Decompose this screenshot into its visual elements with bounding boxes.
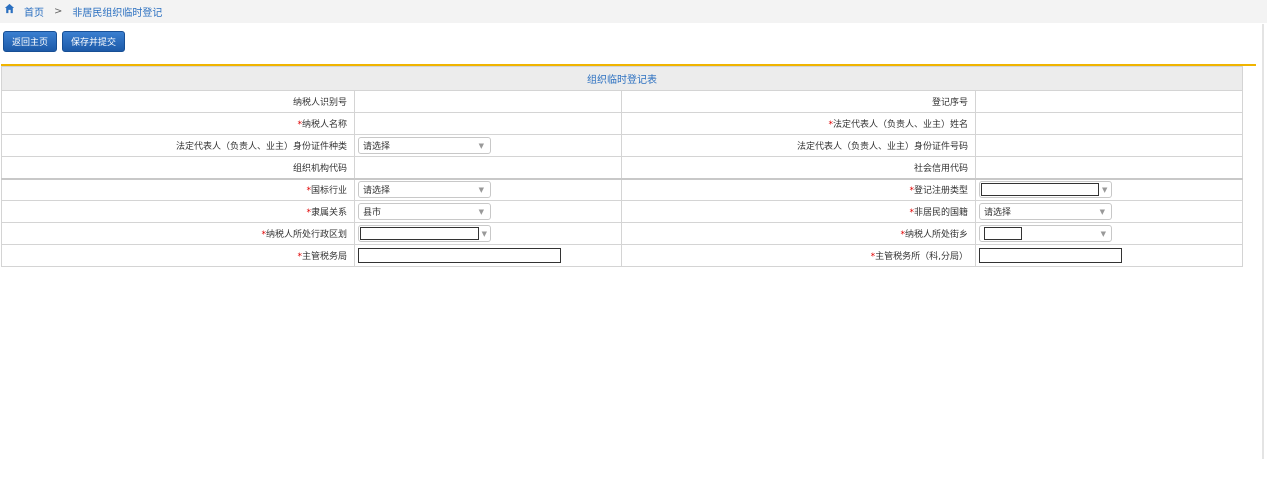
legal-rep-name-value: [975, 112, 1243, 135]
toolbar: 返回主页 保存并提交: [3, 31, 126, 52]
chevron-down-icon: ▼: [1102, 185, 1108, 194]
form-title-row: 组织临时登记表: [1, 66, 1243, 91]
legal-rep-id-type-label: 法定代表人（负责人、业主）身份证件种类: [1, 134, 355, 157]
chevron-down-icon: ▼: [478, 207, 484, 216]
chevron-down-icon: ▼: [478, 141, 484, 150]
taxpayer-id-label: 纳税人识别号: [1, 90, 355, 113]
legal-rep-id-number-label: 法定代表人（负责人、业主）身份证件号码: [621, 134, 976, 157]
chevron-down-icon: ▼: [1099, 207, 1105, 216]
affiliation-select[interactable]: 县市 ▼: [358, 203, 491, 220]
page: 首页 > 非居民组织临时登记 返回主页 保存并提交 组织临时登记表 纳税人识别号…: [0, 0, 1267, 502]
registration-form: 组织临时登记表 纳税人识别号 登记序号 *纳税人名称 *法定代表人（负责人、业主…: [1, 64, 1256, 267]
legal-rep-name-label: 法定代表人（负责人、业主）姓名: [832, 120, 968, 130]
save-submit-button[interactable]: 保存并提交: [62, 31, 126, 52]
registration-type-combo[interactable]: ▼: [979, 181, 1112, 199]
back-home-button[interactable]: 返回主页: [3, 31, 58, 52]
breadcrumb-separator: >: [54, 6, 63, 17]
org-code-value: [354, 156, 622, 179]
form-row: *纳税人所处行政区划 ▼ *纳税人所处街乡 ▼: [1, 222, 1243, 245]
breadcrumb-home-link[interactable]: 首页: [24, 4, 44, 19]
chevron-down-icon: ▼: [481, 229, 487, 238]
form-table: 组织临时登记表 纳税人识别号 登记序号 *纳税人名称 *法定代表人（负责人、业主…: [1, 66, 1243, 267]
credit-code-label: 社会信用代码: [621, 156, 976, 179]
credit-code-value: [975, 156, 1243, 179]
form-row: *国标行业 请选择 ▼ *登记注册类型 ▼: [1, 177, 1243, 201]
form-row: *纳税人名称 *法定代表人（负责人、业主）姓名: [1, 112, 1243, 135]
page-divider: [1262, 24, 1264, 459]
subdistrict-combo[interactable]: ▼: [979, 225, 1112, 242]
home-icon[interactable]: [4, 3, 15, 14]
breadcrumb: 首页 > 非居民组织临时登记: [0, 0, 1267, 23]
registration-seq-label: 登记序号: [621, 90, 976, 113]
registration-seq-value: [975, 90, 1243, 113]
form-row: 组织机构代码 社会信用代码: [1, 156, 1243, 179]
tax-office-input[interactable]: [979, 248, 1122, 263]
form-row: 纳税人识别号 登记序号: [1, 90, 1243, 113]
nationality-label: 非居民的国籍: [913, 208, 968, 218]
tax-office-label: 主管税务所（科,分局）: [875, 252, 968, 262]
breadcrumb-current: 非居民组织临时登记: [72, 8, 163, 19]
chevron-down-icon: ▼: [1100, 229, 1106, 238]
org-code-label: 组织机构代码: [1, 156, 355, 179]
subdistrict-label: 纳税人所处街乡: [904, 230, 968, 240]
taxpayer-name-value: [354, 112, 622, 135]
form-row: *隶属关系 县市 ▼ *非居民的国籍 请选择 ▼: [1, 200, 1243, 223]
taxpayer-id-value: [354, 90, 622, 113]
form-row: *主管税务局 *主管税务所（科,分局）: [1, 244, 1243, 267]
industry-select[interactable]: 请选择 ▼: [358, 181, 491, 199]
industry-label: 国标行业: [310, 186, 347, 197]
tax-bureau-label: 主管税务局: [301, 252, 347, 262]
form-title: 组织临时登记表: [1, 66, 1243, 91]
chevron-down-icon: ▼: [478, 185, 484, 194]
registration-type-label: 登记注册类型: [913, 186, 968, 197]
nationality-select[interactable]: 请选择 ▼: [979, 203, 1112, 220]
affiliation-label: 隶属关系: [310, 208, 347, 218]
legal-rep-id-number-value: [975, 134, 1243, 157]
admin-region-combo[interactable]: ▼: [358, 225, 491, 242]
tax-bureau-input[interactable]: [358, 248, 561, 263]
taxpayer-name-label: 纳税人名称: [301, 120, 347, 130]
form-row: 法定代表人（负责人、业主）身份证件种类 请选择 ▼ 法定代表人（负责人、业主）身份…: [1, 134, 1243, 157]
admin-region-label: 纳税人所处行政区划: [265, 230, 347, 240]
legal-rep-id-type-select[interactable]: 请选择 ▼: [358, 137, 491, 154]
